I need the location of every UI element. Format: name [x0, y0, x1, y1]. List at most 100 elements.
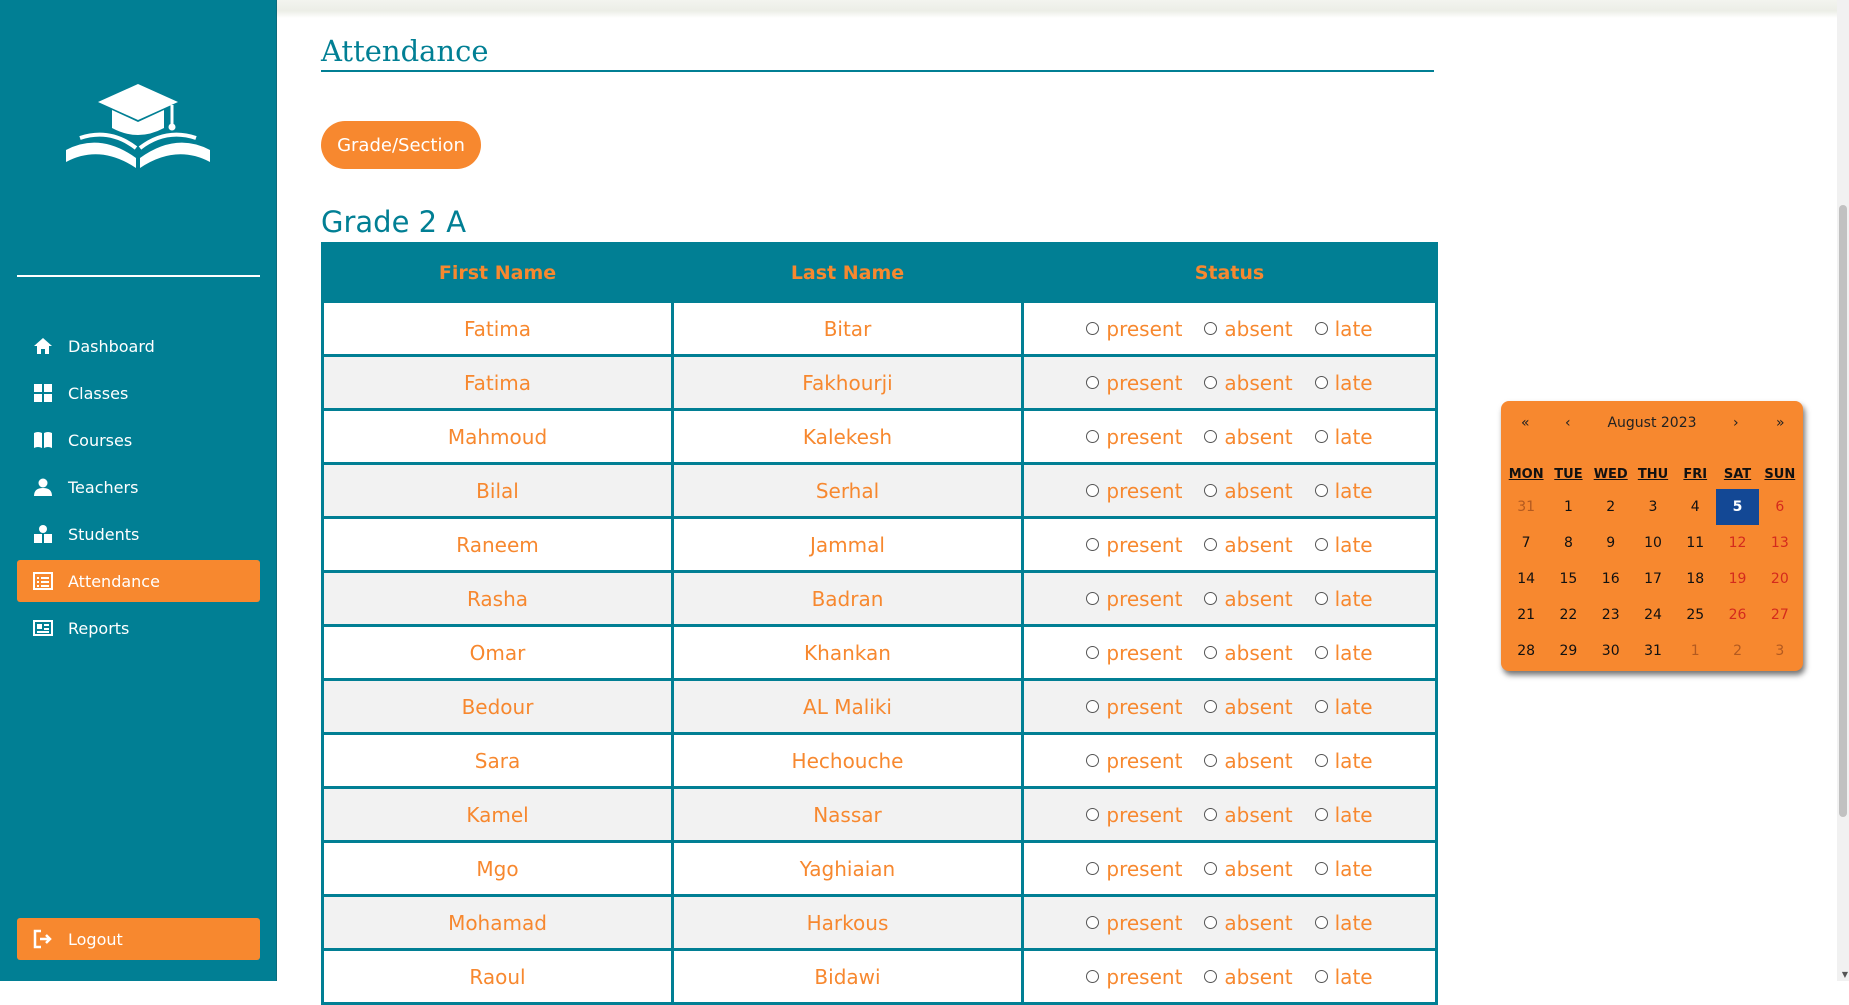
- status-radio-present[interactable]: present: [1086, 479, 1182, 503]
- calendar-day[interactable]: 2: [1716, 643, 1758, 659]
- status-radio-absent[interactable]: absent: [1204, 371, 1293, 395]
- calendar-day[interactable]: 19: [1716, 571, 1758, 587]
- calendar-day[interactable]: 16: [1590, 571, 1632, 587]
- status-radio-absent[interactable]: absent: [1204, 803, 1293, 827]
- status-radio-absent[interactable]: absent: [1204, 317, 1293, 341]
- radio-circle-icon[interactable]: [1204, 646, 1218, 659]
- status-radio-present[interactable]: present: [1086, 857, 1182, 881]
- status-radio-present[interactable]: present: [1086, 317, 1182, 341]
- calendar-day[interactable]: 22: [1547, 607, 1589, 623]
- calendar-day[interactable]: 8: [1547, 535, 1589, 551]
- status-radio-late[interactable]: late: [1314, 479, 1373, 503]
- radio-circle-icon[interactable]: [1314, 970, 1328, 983]
- calendar-day[interactable]: 20: [1759, 571, 1801, 587]
- radio-circle-icon[interactable]: [1204, 592, 1218, 605]
- status-radio-late[interactable]: late: [1314, 803, 1373, 827]
- radio-circle-icon[interactable]: [1204, 484, 1218, 497]
- radio-circle-icon[interactable]: [1086, 700, 1100, 713]
- status-radio-absent[interactable]: absent: [1204, 749, 1293, 773]
- radio-circle-icon[interactable]: [1086, 484, 1100, 497]
- calendar-day[interactable]: 10: [1632, 535, 1674, 551]
- radio-circle-icon[interactable]: [1314, 430, 1328, 443]
- status-radio-present[interactable]: present: [1086, 695, 1182, 719]
- calendar-day[interactable]: 24: [1632, 607, 1674, 623]
- calendar-day[interactable]: 18: [1674, 571, 1716, 587]
- calendar-day[interactable]: 4: [1674, 499, 1716, 515]
- radio-circle-icon[interactable]: [1086, 970, 1100, 983]
- status-radio-late[interactable]: late: [1314, 371, 1373, 395]
- sidebar-item-attendance[interactable]: Attendance: [17, 560, 260, 602]
- sidebar-item-dashboard[interactable]: Dashboard: [17, 325, 260, 367]
- calendar-day[interactable]: 11: [1674, 535, 1716, 551]
- calendar-day[interactable]: 9: [1590, 535, 1632, 551]
- calendar-day[interactable]: 12: [1716, 535, 1758, 551]
- status-radio-present[interactable]: present: [1086, 587, 1182, 611]
- radio-circle-icon[interactable]: [1314, 592, 1328, 605]
- radio-circle-icon[interactable]: [1204, 538, 1218, 551]
- calendar-day[interactable]: 28: [1505, 643, 1547, 659]
- radio-circle-icon[interactable]: [1314, 862, 1328, 875]
- radio-circle-icon[interactable]: [1204, 430, 1218, 443]
- calendar-day[interactable]: 31: [1505, 499, 1547, 515]
- radio-circle-icon[interactable]: [1204, 970, 1218, 983]
- vertical-scrollbar[interactable]: ▼: [1837, 0, 1849, 981]
- logout-button[interactable]: Logout: [17, 918, 260, 960]
- calendar-day[interactable]: 30: [1590, 643, 1632, 659]
- radio-circle-icon[interactable]: [1314, 484, 1328, 497]
- status-radio-absent[interactable]: absent: [1204, 965, 1293, 989]
- radio-circle-icon[interactable]: [1086, 592, 1100, 605]
- calendar-day[interactable]: 21: [1505, 607, 1547, 623]
- prev-month-button[interactable]: ‹: [1565, 415, 1571, 431]
- radio-circle-icon[interactable]: [1204, 754, 1218, 767]
- sidebar-item-classes[interactable]: Classes: [17, 372, 260, 414]
- radio-circle-icon[interactable]: [1314, 808, 1328, 821]
- calendar-day[interactable]: 7: [1505, 535, 1547, 551]
- calendar-day[interactable]: 23: [1590, 607, 1632, 623]
- radio-circle-icon[interactable]: [1086, 322, 1100, 335]
- calendar-day[interactable]: 14: [1505, 571, 1547, 587]
- next-year-button[interactable]: »: [1776, 415, 1785, 431]
- calendar-day[interactable]: 3: [1632, 499, 1674, 515]
- radio-circle-icon[interactable]: [1086, 862, 1100, 875]
- radio-circle-icon[interactable]: [1204, 916, 1218, 929]
- status-radio-late[interactable]: late: [1314, 749, 1373, 773]
- grade-section-button[interactable]: Grade/Section: [321, 121, 481, 169]
- sidebar-item-teachers[interactable]: Teachers: [17, 466, 260, 508]
- calendar-day[interactable]: 29: [1547, 643, 1589, 659]
- calendar-day[interactable]: 15: [1547, 571, 1589, 587]
- calendar-day[interactable]: 13: [1759, 535, 1801, 551]
- status-radio-present[interactable]: present: [1086, 803, 1182, 827]
- status-radio-absent[interactable]: absent: [1204, 587, 1293, 611]
- radio-circle-icon[interactable]: [1086, 430, 1100, 443]
- calendar-day[interactable]: 1: [1674, 643, 1716, 659]
- calendar-day[interactable]: 17: [1632, 571, 1674, 587]
- status-radio-absent[interactable]: absent: [1204, 911, 1293, 935]
- status-radio-late[interactable]: late: [1314, 317, 1373, 341]
- status-radio-late[interactable]: late: [1314, 911, 1373, 935]
- radio-circle-icon[interactable]: [1086, 808, 1100, 821]
- status-radio-absent[interactable]: absent: [1204, 857, 1293, 881]
- radio-circle-icon[interactable]: [1204, 376, 1218, 389]
- radio-circle-icon[interactable]: [1086, 916, 1100, 929]
- status-radio-late[interactable]: late: [1314, 587, 1373, 611]
- scrollbar-thumb[interactable]: [1839, 205, 1847, 817]
- radio-circle-icon[interactable]: [1314, 754, 1328, 767]
- status-radio-late[interactable]: late: [1314, 641, 1373, 665]
- status-radio-present[interactable]: present: [1086, 425, 1182, 449]
- radio-circle-icon[interactable]: [1204, 700, 1218, 713]
- calendar-day[interactable]: 1: [1547, 499, 1589, 515]
- status-radio-present[interactable]: present: [1086, 911, 1182, 935]
- status-radio-late[interactable]: late: [1314, 533, 1373, 557]
- status-radio-late[interactable]: late: [1314, 695, 1373, 719]
- calendar-day[interactable]: 2: [1590, 499, 1632, 515]
- radio-circle-icon[interactable]: [1086, 646, 1100, 659]
- calendar-day[interactable]: 31: [1632, 643, 1674, 659]
- radio-circle-icon[interactable]: [1314, 700, 1328, 713]
- calendar-day-selected[interactable]: 5: [1716, 489, 1759, 525]
- status-radio-present[interactable]: present: [1086, 965, 1182, 989]
- status-radio-late[interactable]: late: [1314, 425, 1373, 449]
- radio-circle-icon[interactable]: [1204, 322, 1218, 335]
- radio-circle-icon[interactable]: [1204, 862, 1218, 875]
- radio-circle-icon[interactable]: [1086, 754, 1100, 767]
- status-radio-late[interactable]: late: [1314, 857, 1373, 881]
